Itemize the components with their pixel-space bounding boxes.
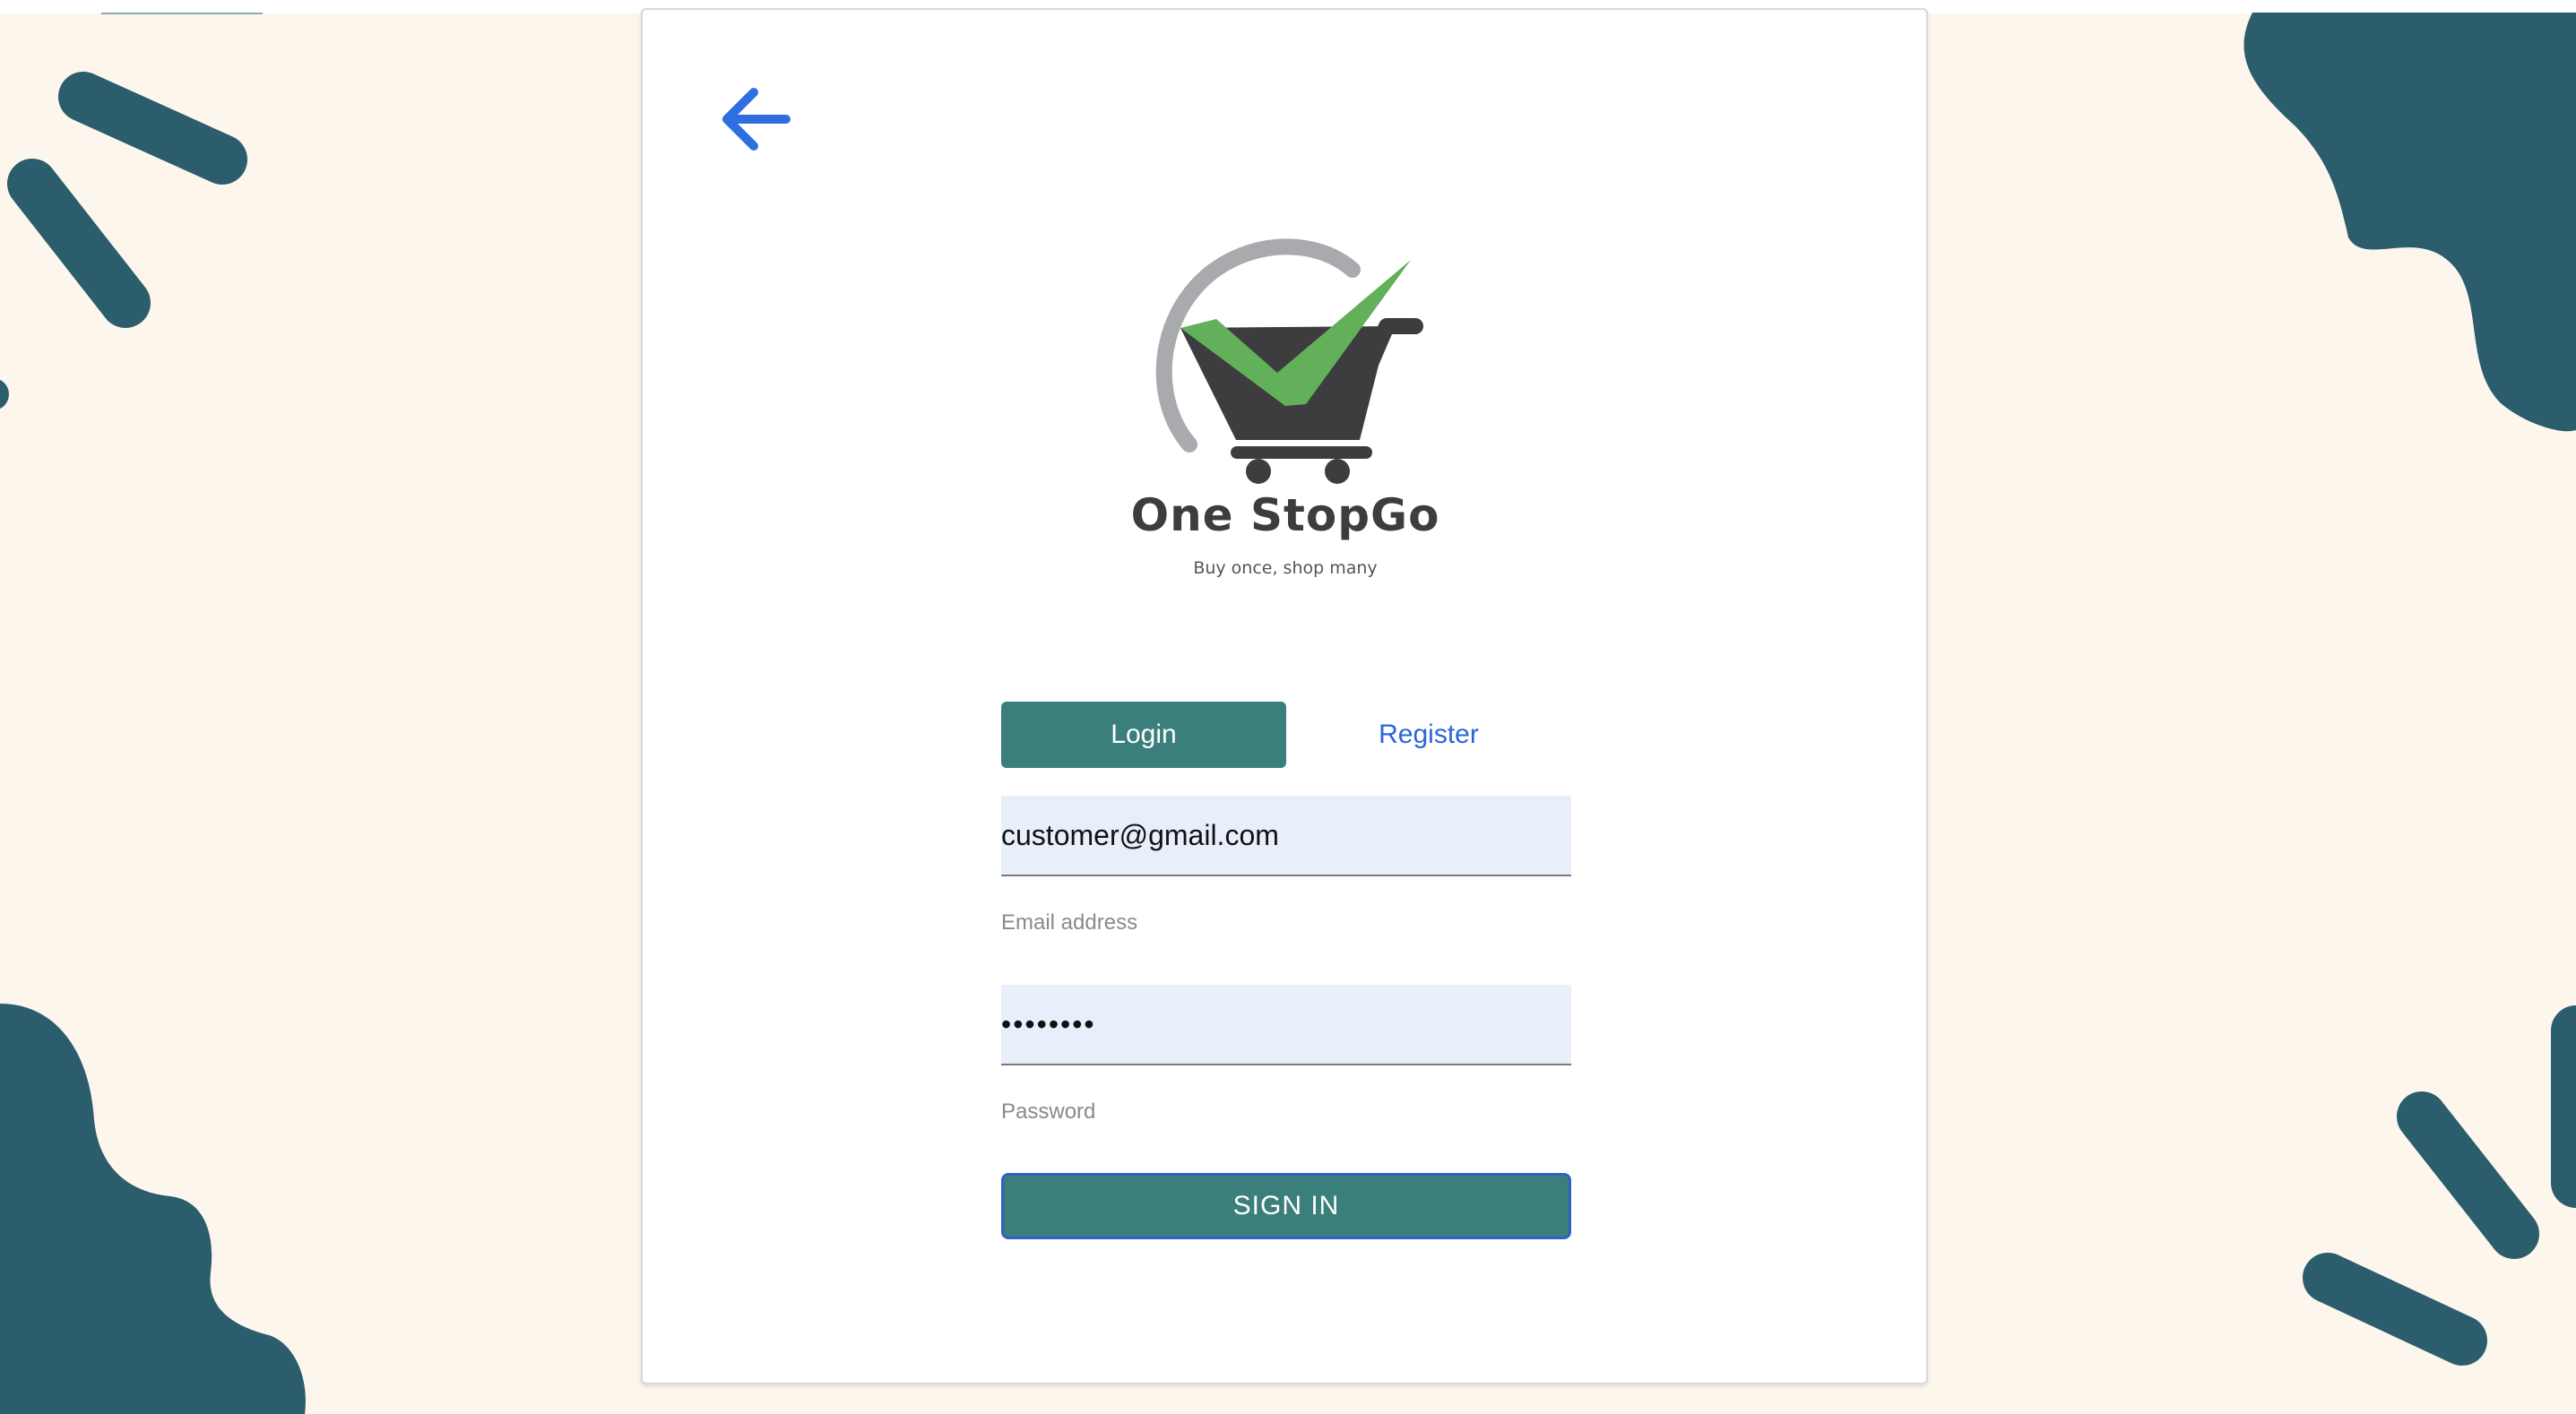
logo-cart-base [1231, 446, 1372, 459]
deco-stroke-bottom-right-1 [2397, 1091, 2539, 1259]
tab-login[interactable]: Login [1001, 702, 1286, 768]
deco-edge-dot-left [0, 379, 9, 410]
brand-name: One StopGo [1130, 489, 1440, 541]
password-field[interactable] [1001, 985, 1571, 1065]
logo-cart-handle [1362, 318, 1423, 372]
deco-blob-top-right [2243, 13, 2576, 432]
logo-wheel-right [1325, 459, 1350, 484]
sign-in-button[interactable]: SIGN IN [1001, 1173, 1571, 1239]
logo-wheel-left [1246, 459, 1271, 484]
back-button[interactable] [709, 73, 799, 162]
password-label: Password [1001, 1099, 1096, 1124]
deco-stroke-bottom-right-2 [2303, 1253, 2487, 1366]
email-label: Email address [1001, 910, 1138, 935]
tab-register[interactable]: Register [1286, 702, 1571, 768]
arrow-left-icon [722, 88, 791, 151]
brand-tagline: Buy once, shop many [1193, 558, 1378, 578]
deco-stroke-top-left-1 [58, 72, 247, 185]
deco-blob-bottom-left [0, 1004, 306, 1414]
email-field[interactable] [1001, 796, 1571, 876]
login-card: One StopGo Buy once, shop many Login Reg… [641, 8, 1928, 1384]
cart-checkmark-logo [1155, 238, 1423, 484]
deco-stroke-top-left-2 [7, 159, 151, 328]
login-page: One StopGo Buy once, shop many Login Reg… [0, 0, 2576, 1414]
